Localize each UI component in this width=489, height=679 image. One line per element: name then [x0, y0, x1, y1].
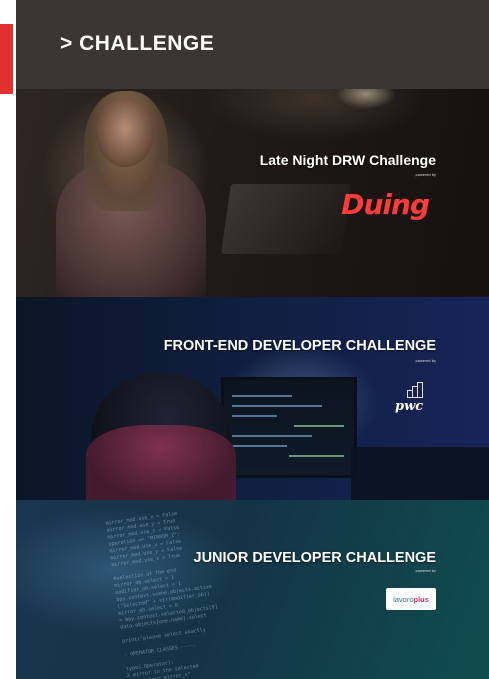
lavoroplus-logo: lavoro plus — [386, 588, 436, 610]
challenge-card-front-end-developer[interactable]: FRONT-END DEVELOPER CHALLENGE powered by… — [16, 297, 489, 500]
lavoro-plus-wordmark: plus — [413, 594, 429, 604]
person-face-image — [96, 97, 154, 167]
challenge-panel: > CHALLENGE Late Night DRW Challenge pow… — [16, 0, 489, 679]
page-title: > CHALLENGE — [60, 32, 215, 55]
red-side-tab — [0, 24, 13, 94]
challenge-header: > CHALLENGE — [16, 0, 489, 89]
second-monitor-image — [351, 447, 489, 500]
pwc-bars-icon — [407, 382, 423, 398]
lavoro-wordmark: lavoro — [393, 594, 414, 604]
challenge-card-late-night-drw[interactable]: Late Night DRW Challenge powered by Duin… — [16, 89, 489, 297]
pwc-wordmark: pwc — [395, 399, 424, 414]
challenge-title: Late Night DRW Challenge — [259, 152, 436, 168]
duing-logo: Duing — [341, 188, 430, 221]
challenge-card-junior-developer[interactable]: mirror_mod.use_x = False mirror_mod.use_… — [16, 500, 489, 679]
code-background-image: mirror_mod.use_x = False mirror_mod.use_… — [105, 510, 219, 679]
monitor-image — [221, 377, 357, 478]
pwc-logo: pwc — [395, 382, 423, 416]
powered-by-label: powered by — [415, 569, 436, 573]
powered-by-label: powered by — [415, 173, 436, 177]
challenge-title: JUNIOR DEVELOPER CHALLENGE — [193, 550, 437, 566]
laptop-image — [221, 184, 351, 254]
lamp-glow-decoration — [336, 89, 396, 109]
powered-by-label: powered by — [415, 359, 436, 363]
developer-shirt-image — [86, 425, 236, 500]
left-edge-strip — [0, 0, 16, 679]
challenge-title: FRONT-END DEVELOPER CHALLENGE — [163, 338, 436, 354]
